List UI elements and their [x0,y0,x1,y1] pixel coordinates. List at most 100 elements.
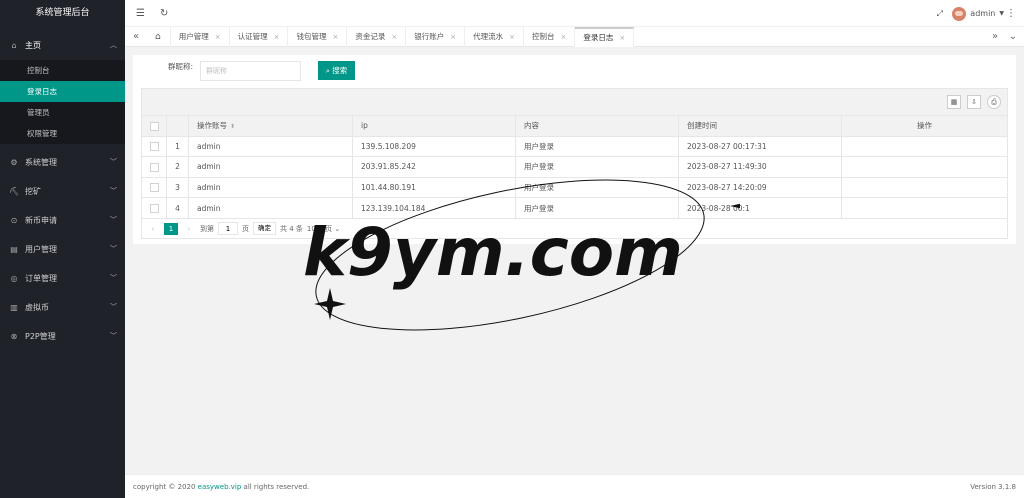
app-title: 系统管理后台 [0,0,125,27]
refresh-icon[interactable]: ↻ [160,0,168,27]
chevron-down-icon: ﹀ [110,187,117,195]
row-checkbox[interactable] [149,142,159,152]
export-icon[interactable]: ⇩ [967,95,981,109]
goto-page-input[interactable] [218,222,238,235]
fullscreen-icon[interactable]: ⤢ [937,0,943,27]
tabs: ⌂ 用户管理 × 认证管理 × 钱包管理 × 资金记录 × 银行账户 × 代理流水 × 控制… [146,27,635,47]
header-index-cell [166,115,189,137]
tab-label: 用户管理 [178,32,209,41]
next-page-icon[interactable]: › [182,225,196,233]
prev-page-icon[interactable]: ‹ [146,225,160,233]
row-ip: 123.139.104.184 [352,197,516,219]
sidebar-item-crypto[interactable]: ▥ 虚拟币 ﹀ [0,293,125,322]
avatar [952,6,967,21]
menu-toggle-icon[interactable]: ☰ [136,0,145,27]
row-checkbox[interactable] [149,203,159,213]
row-ip: 139.5.108.209 [352,135,516,158]
tab-console[interactable]: 控制台 × [524,27,576,47]
row-account: admin [188,197,353,219]
tabs-scroll-left-icon[interactable]: « [127,27,145,47]
home-icon: ⌂ [155,32,161,42]
sidebar-item-users[interactable]: ▤ 用户管理 ﹀ [0,235,125,264]
login-log-table: 操作账号 ⬍ ip 内容 创建时间 操作 1 admin 139.5.108.20… [141,115,1008,219]
row-actions [841,197,1008,219]
row-index: 3 [166,176,189,199]
row-checkbox-cell [141,156,167,178]
sidebar-item-label: 新币申请 [25,216,57,225]
tab-agent-flow[interactable]: 代理流水 × [465,27,524,47]
per-page-select[interactable]: 10条/页 ⌄ [307,224,340,234]
tab-label: 代理流水 [473,32,504,41]
row-content: 用户登录 [515,176,679,199]
sidebar-item-console[interactable]: 控制台 [0,60,125,81]
sidebar-item-label: 虚拟币 [25,303,49,312]
sidebar-item-label: 主页 [25,41,41,50]
footer-link[interactable]: easyweb.vip [198,483,242,491]
tab-home[interactable]: ⌂ [146,27,171,47]
row-time: 2023-08-27 00:17:31 [678,135,842,158]
chevron-down-icon: ﹀ [110,274,117,282]
row-index: 1 [166,135,189,158]
user-menu[interactable]: admin ▼ [952,0,1004,27]
tabs-menu-icon[interactable]: ⌄ [1004,27,1022,47]
sort-icon[interactable]: ⬍ [230,123,235,130]
close-icon[interactable]: × [619,34,625,42]
chevron-down-icon: ﹀ [110,245,117,253]
order-icon: ◎ [10,274,18,283]
tab-bank-accounts[interactable]: 银行账户 × [406,27,466,47]
sidebar-item-permissions[interactable]: 权限管理 [0,123,125,144]
close-icon[interactable]: × [450,33,456,41]
tabs-scroll-right-icon[interactable]: » [986,27,1004,47]
sidebar-item-system[interactable]: ⚙ 系统管理 ﹀ [0,148,125,177]
close-icon[interactable]: × [215,33,221,41]
goto-confirm-button[interactable]: 确定 [253,222,276,235]
tab-login-log[interactable]: 登录日志 × [575,27,635,47]
more-icon[interactable]: ⋮ [1006,0,1016,27]
close-icon[interactable]: × [509,33,515,41]
sidebar-item-mining[interactable]: ⛏ 挖矿 ﹀ [0,177,125,206]
sidebar-item-p2p[interactable]: ⊗ P2P管理 ﹀ [0,322,125,351]
sidebar-item-admins[interactable]: 管理员 [0,102,125,123]
sidebar-item-home[interactable]: ⌂ 主页 ︿ [0,31,125,60]
print-icon[interactable]: ⎙ [987,95,1001,109]
row-actions [841,156,1008,178]
sidebar-item-login-log[interactable]: 登录日志 [0,81,125,102]
sidebar-item-new-coin[interactable]: ⊙ 新币申请 ﹀ [0,206,125,235]
chevron-down-icon: ﹀ [110,158,117,166]
select-all-checkbox[interactable] [149,121,159,131]
tab-wallet-mgmt[interactable]: 钱包管理 × [288,27,348,47]
sidebar-item-label: 用户管理 [25,245,57,254]
tab-user-mgmt[interactable]: 用户管理 × [171,27,230,47]
copyright-suffix: all rights reserved. [243,483,310,491]
page-current[interactable]: 1 [164,222,178,235]
per-page-value: 10条/页 [306,224,333,233]
sidebar-item-label: 订单管理 [25,274,57,283]
row-content: 用户登录 [515,197,679,219]
search-input[interactable] [200,61,301,81]
caret-down-icon: ▼ [999,10,1004,17]
search-button[interactable]: ⌕ 搜索 [318,61,355,80]
tab-fund-records[interactable]: 资金记录 × [347,27,407,47]
table-row: 2 admin 203.91.85.242 用户登录 2023-08-27 11… [141,156,1008,178]
top-header: ☰ ↻ ⤢ admin ▼ ⋮ [125,0,1024,27]
filter-columns-icon[interactable]: ▦ [947,95,961,109]
row-ip: 101.44.80.191 [352,176,516,199]
close-icon[interactable]: × [332,33,338,41]
close-icon[interactable]: × [274,33,280,41]
row-checkbox[interactable] [149,183,159,193]
close-icon[interactable]: × [560,33,566,41]
sidebar-item-orders[interactable]: ◎ 订单管理 ﹀ [0,264,125,293]
row-account: admin [188,176,353,199]
sidebar-item-label: 挖矿 [25,187,41,196]
tab-auth-mgmt[interactable]: 认证管理 × [230,27,289,47]
close-icon[interactable]: × [391,33,397,41]
header-time: 创建时间 [678,115,842,137]
tab-label: 银行账户 [414,32,445,41]
pagination: ‹ 1 › 到第 页 确定 共 4 条 10条/页 ⌄ [141,218,1008,239]
row-checkbox[interactable] [149,162,159,172]
search-label: 群昵称: [168,62,194,71]
tab-label: 钱包管理 [296,32,327,41]
header-account[interactable]: 操作账号 ⬍ [188,115,353,137]
sidebar-item-label: 系统管理 [25,158,57,167]
row-time: 2023-08-28 00:1 [678,197,842,219]
